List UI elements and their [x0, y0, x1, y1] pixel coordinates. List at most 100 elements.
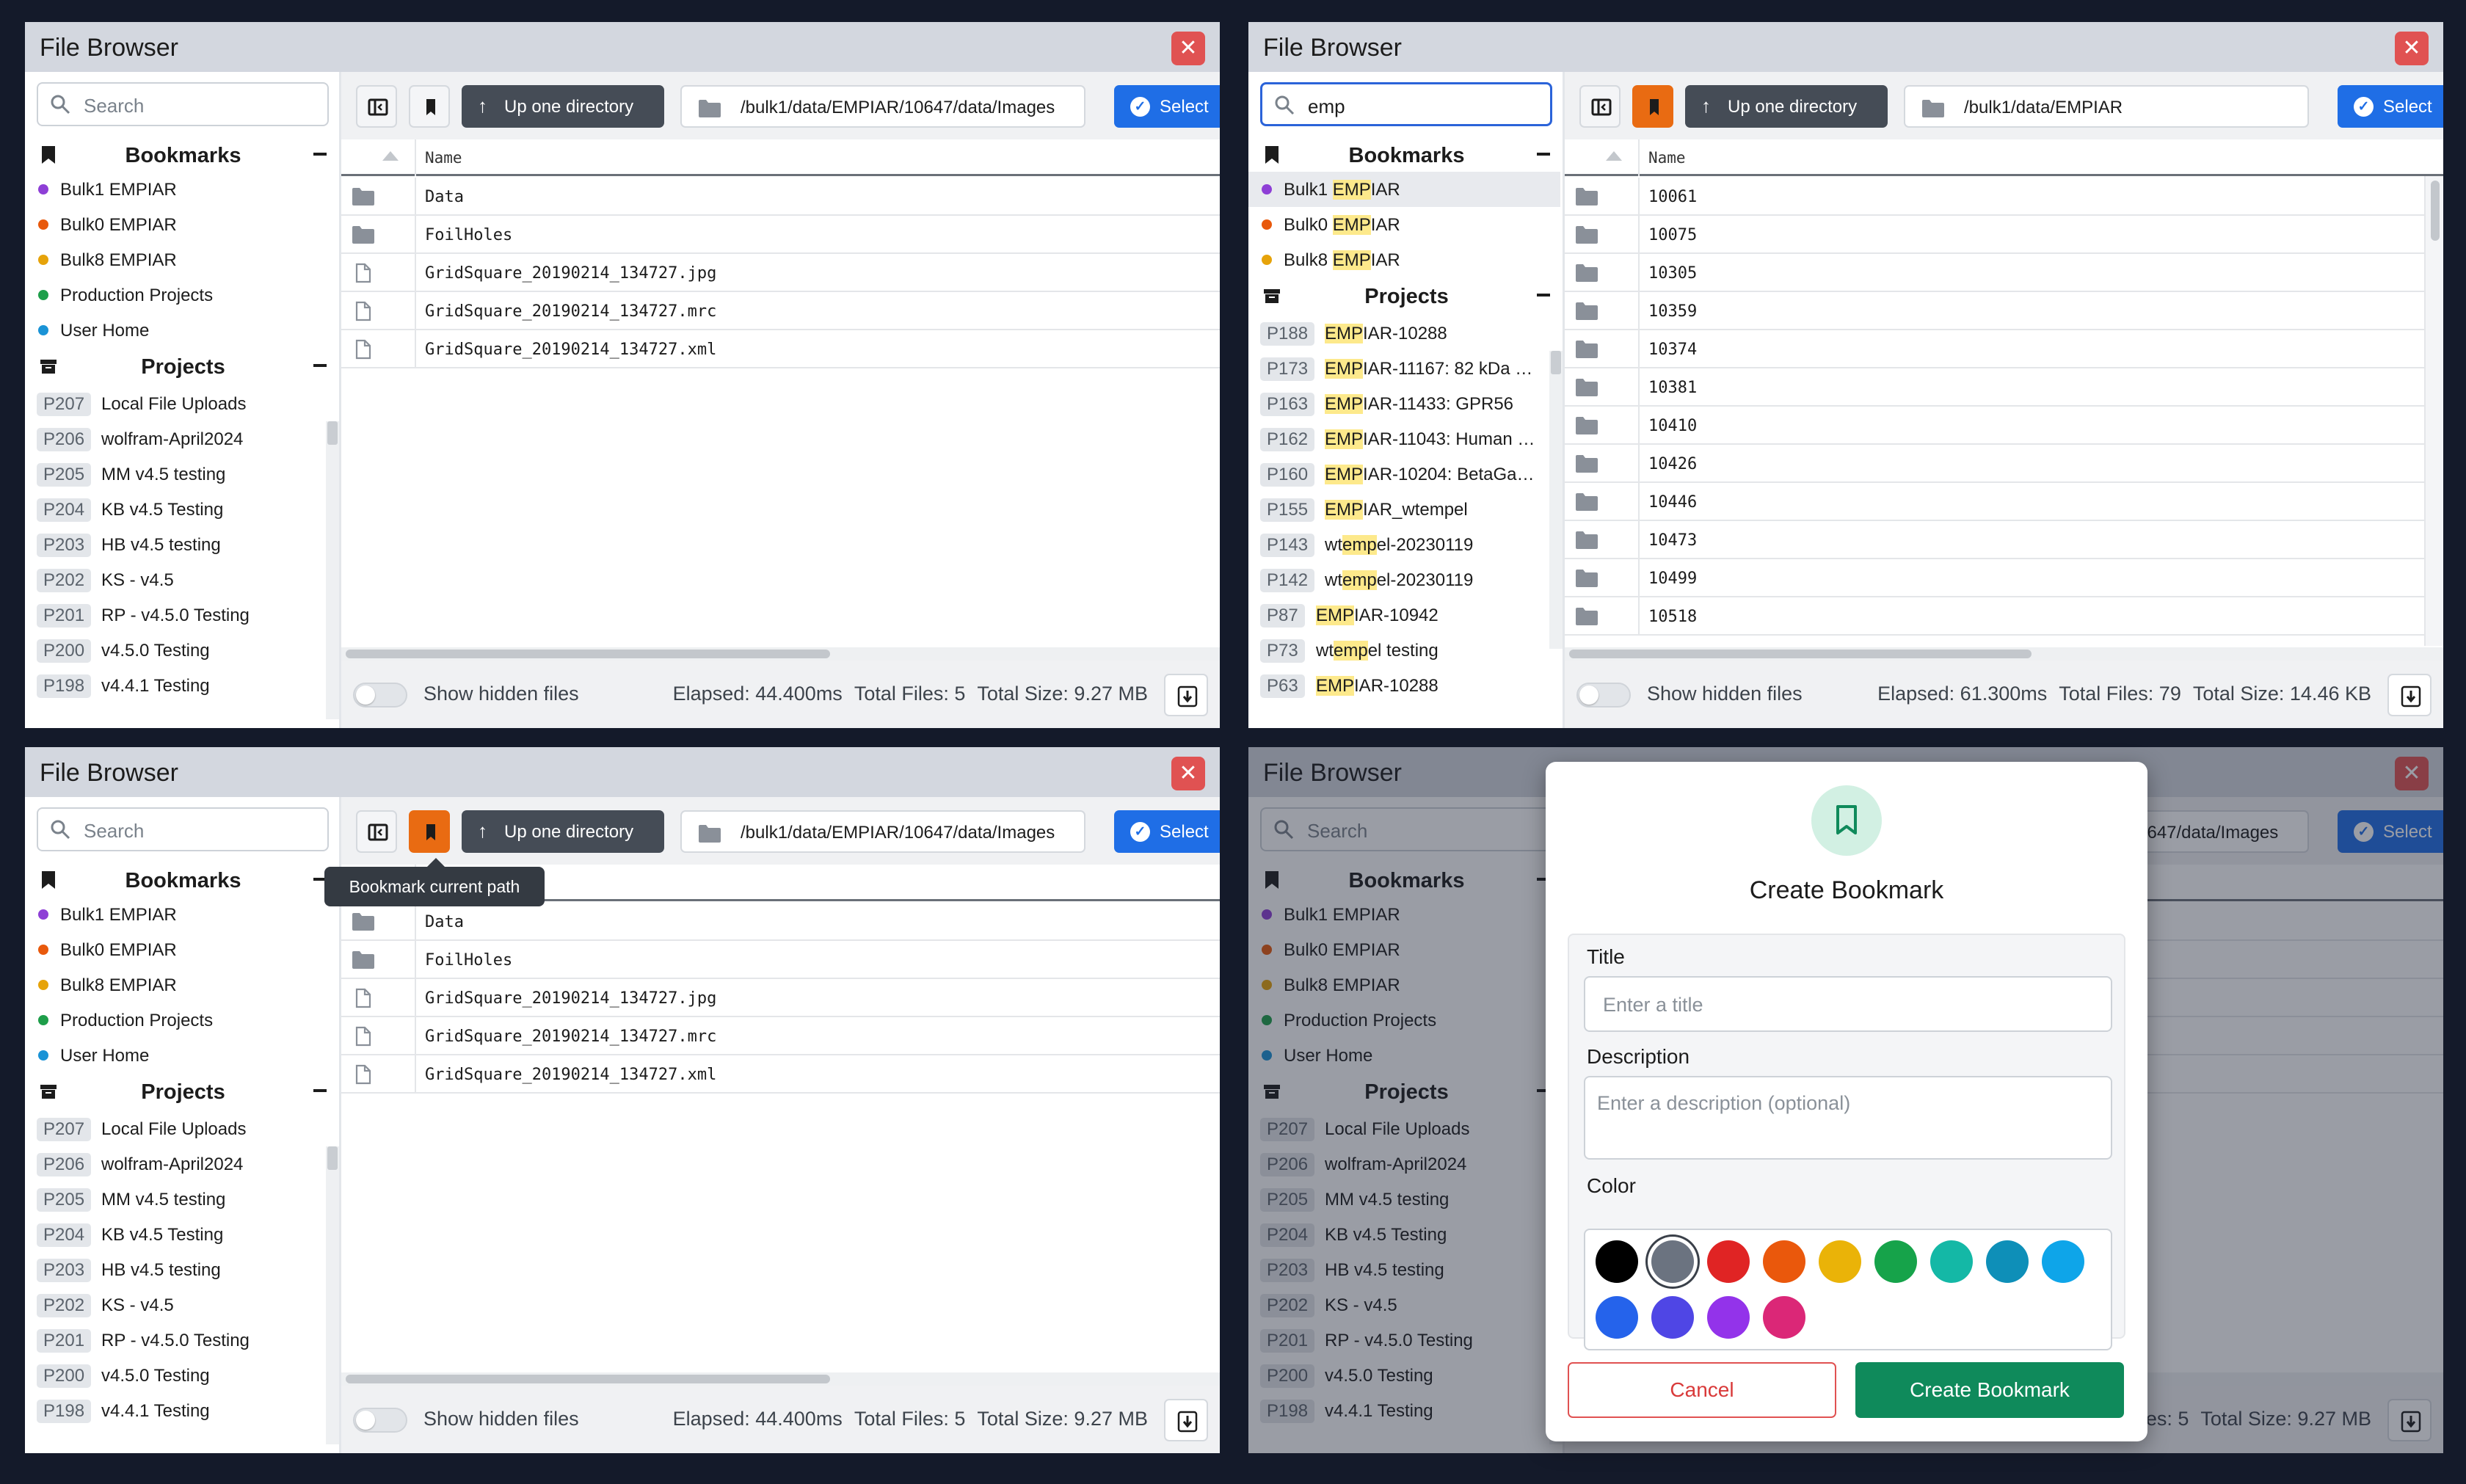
- color-swatch[interactable]: [1707, 1240, 1750, 1283]
- sidebar-toggle-button[interactable]: [1579, 85, 1621, 128]
- select-button[interactable]: ✓ Select: [1114, 85, 1220, 128]
- project-item[interactable]: P203 HB v4.5 testing: [25, 527, 326, 562]
- project-item[interactable]: P205 MM v4.5 testing: [25, 1182, 326, 1217]
- bookmark-item[interactable]: Production Projects: [25, 277, 337, 313]
- scrollbar-thumb[interactable]: [327, 1146, 338, 1170]
- bookmark-item[interactable]: User Home: [25, 1038, 337, 1073]
- color-swatch[interactable]: [1651, 1240, 1694, 1283]
- color-swatch[interactable]: [1596, 1240, 1638, 1283]
- project-item[interactable]: P73 wtempel testing: [1248, 633, 1549, 668]
- up-directory-button[interactable]: ↑ Up one directory: [462, 85, 664, 128]
- project-item[interactable]: P206 wolfram-April2024: [25, 1146, 326, 1182]
- file-list-horizontal-scrollbar[interactable]: [1565, 647, 2443, 661]
- project-item[interactable]: P202 KS - v4.5: [25, 562, 326, 597]
- sidebar-scrollbar[interactable]: [326, 1146, 339, 1444]
- path-input[interactable]: /bulk1/data/EMPIAR/10647/data/Images: [680, 810, 1085, 853]
- project-item[interactable]: P198 v4.4.1 Testing: [25, 1393, 326, 1428]
- project-item[interactable]: P204 KB v4.5 Testing: [25, 1217, 326, 1252]
- select-button[interactable]: ✓ Select: [1114, 810, 1220, 853]
- search-input[interactable]: Search: [37, 807, 329, 851]
- show-hidden-toggle[interactable]: [1576, 683, 1631, 708]
- bookmark-item[interactable]: Bulk1 EMPIAR: [1248, 172, 1560, 207]
- up-directory-button[interactable]: ↑ Up one directory: [1685, 85, 1888, 128]
- file-row[interactable]: FoilHoles: [341, 216, 1220, 254]
- project-item[interactable]: P163 EMPIAR-11433: GPR56: [1248, 386, 1549, 421]
- color-swatch[interactable]: [2042, 1240, 2084, 1283]
- bookmark-item[interactable]: Bulk0 EMPIAR: [25, 207, 337, 242]
- download-button[interactable]: [1164, 674, 1208, 716]
- path-input[interactable]: /bulk1/data/EMPIAR/10647/data/Images: [680, 85, 1085, 128]
- collapse-icon[interactable]: [313, 1089, 327, 1092]
- file-row[interactable]: 10446: [1565, 483, 2424, 521]
- projects-header[interactable]: Projects: [25, 1073, 341, 1110]
- project-item[interactable]: P200 v4.5.0 Testing: [25, 633, 326, 668]
- sidebar-scrollbar[interactable]: [326, 421, 339, 719]
- bookmark-item[interactable]: Bulk1 EMPIAR: [25, 172, 337, 207]
- file-row[interactable]: 10473: [1565, 521, 2424, 559]
- project-item[interactable]: P173 EMPIAR-11167: 82 kDa m...: [1248, 351, 1549, 386]
- scrollbar-thumb[interactable]: [346, 650, 830, 658]
- color-swatch[interactable]: [1763, 1240, 1805, 1283]
- file-row[interactable]: 10410: [1565, 407, 2424, 445]
- bookmark-item[interactable]: Bulk0 EMPIAR: [25, 932, 337, 967]
- download-button[interactable]: [2387, 674, 2432, 716]
- project-item[interactable]: P201 RP - v4.5.0 Testing: [25, 1323, 326, 1358]
- bookmark-item[interactable]: Production Projects: [25, 1003, 337, 1038]
- scrollbar-thumb[interactable]: [2431, 181, 2440, 241]
- cancel-button[interactable]: Cancel: [1568, 1362, 1836, 1418]
- color-swatch[interactable]: [1596, 1296, 1638, 1339]
- show-hidden-toggle[interactable]: [353, 1408, 407, 1433]
- project-item[interactable]: P87 EMPIAR-10942: [1248, 597, 1549, 633]
- bookmark-path-button[interactable]: [409, 810, 450, 853]
- color-swatch[interactable]: [1819, 1240, 1861, 1283]
- bookmark-item[interactable]: Bulk8 EMPIAR: [25, 242, 337, 277]
- project-item[interactable]: P202 KS - v4.5: [25, 1287, 326, 1323]
- file-row[interactable]: 10518: [1565, 597, 2424, 636]
- file-list-horizontal-scrollbar[interactable]: [341, 1372, 1220, 1386]
- file-row[interactable]: 10381: [1565, 368, 2424, 407]
- file-row[interactable]: GridSquare_20190214_134727.mrc: [341, 1017, 1220, 1055]
- color-swatch[interactable]: [1930, 1240, 1973, 1283]
- collapse-icon[interactable]: [313, 364, 327, 367]
- bookmark-path-button[interactable]: [409, 85, 450, 128]
- sidebar-toggle-button[interactable]: [356, 85, 397, 128]
- project-item[interactable]: P63 EMPIAR-10288: [1248, 668, 1549, 703]
- file-row[interactable]: GridSquare_20190214_134727.xml: [341, 1055, 1220, 1094]
- search-input[interactable]: emp: [1260, 82, 1552, 126]
- bookmark-item[interactable]: User Home: [25, 313, 337, 348]
- download-button[interactable]: [1164, 1399, 1208, 1441]
- name-column-header[interactable]: Name: [425, 149, 462, 167]
- file-row[interactable]: GridSquare_20190214_134727.jpg: [341, 254, 1220, 292]
- project-item[interactable]: P142 wtempel-20230119: [1248, 562, 1549, 597]
- title-input[interactable]: Enter a title: [1584, 976, 2112, 1032]
- sort-ascending-icon[interactable]: [382, 151, 399, 161]
- file-row[interactable]: GridSquare_20190214_134727.mrc: [341, 292, 1220, 330]
- file-row[interactable]: 10426: [1565, 445, 2424, 483]
- project-item[interactable]: P207 Local File Uploads: [25, 1111, 326, 1146]
- project-item[interactable]: P198 v4.4.1 Testing: [25, 668, 326, 703]
- color-swatch[interactable]: [1651, 1296, 1694, 1339]
- file-list-horizontal-scrollbar[interactable]: [341, 647, 1220, 661]
- bookmark-item[interactable]: Bulk8 EMPIAR: [25, 967, 337, 1003]
- color-swatch[interactable]: [1763, 1296, 1805, 1339]
- file-row[interactable]: 10075: [1565, 216, 2424, 254]
- file-row[interactable]: 10359: [1565, 292, 2424, 330]
- color-swatch[interactable]: [1707, 1296, 1750, 1339]
- file-row[interactable]: 10374: [1565, 330, 2424, 368]
- collapse-icon[interactable]: [1537, 294, 1550, 297]
- show-hidden-toggle[interactable]: [353, 683, 407, 708]
- scrollbar-thumb[interactable]: [327, 421, 338, 445]
- create-bookmark-button[interactable]: Create Bookmark: [1855, 1362, 2124, 1418]
- file-row[interactable]: GridSquare_20190214_134727.jpg: [341, 979, 1220, 1017]
- bookmarks-header[interactable]: Bookmarks: [25, 862, 341, 898]
- color-swatch[interactable]: [1874, 1240, 1917, 1283]
- project-item[interactable]: P204 KB v4.5 Testing: [25, 492, 326, 527]
- sort-ascending-icon[interactable]: [1606, 151, 1622, 161]
- project-item[interactable]: P200 v4.5.0 Testing: [25, 1358, 326, 1393]
- file-row[interactable]: Data: [341, 903, 1220, 941]
- file-list-vertical-scrollbar[interactable]: [2424, 176, 2443, 646]
- close-button[interactable]: ✕: [1171, 757, 1205, 790]
- description-input[interactable]: Enter a description (optional): [1584, 1076, 2112, 1160]
- bookmark-item[interactable]: Bulk8 EMPIAR: [1248, 242, 1560, 277]
- file-row[interactable]: GridSquare_20190214_134727.xml: [341, 330, 1220, 368]
